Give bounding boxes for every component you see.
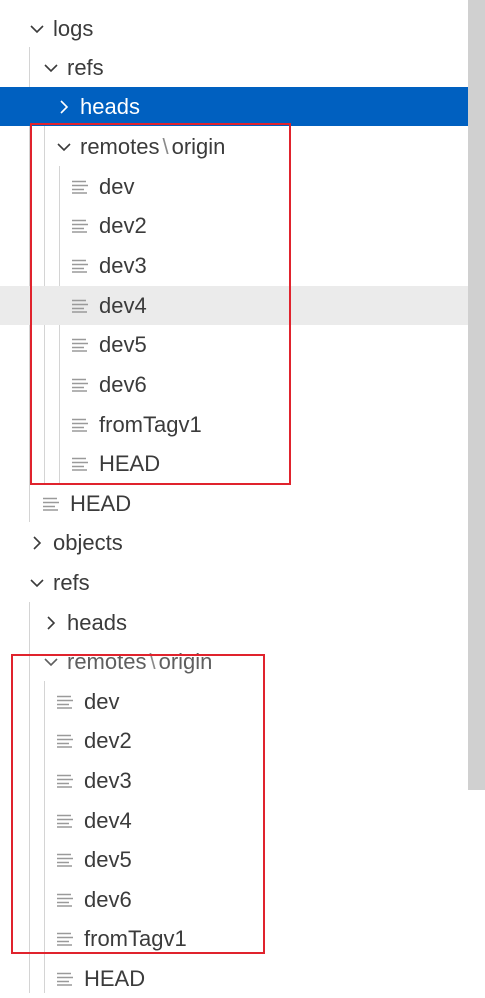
file-label: HEAD xyxy=(99,450,161,476)
tree-file[interactable]: dev2 xyxy=(0,206,485,245)
tree-file[interactable]: fromTagv1 xyxy=(0,919,485,958)
tree-file[interactable]: dev4 xyxy=(0,801,485,840)
path-separator: \ xyxy=(149,648,156,674)
file-label: dev xyxy=(99,173,135,199)
file-lines-icon xyxy=(56,814,74,828)
tree-folder-logs[interactable]: logs xyxy=(0,9,485,48)
file-lines-icon xyxy=(71,180,89,194)
chevron-down-icon xyxy=(41,58,61,78)
tree-folder-objects[interactable]: objects xyxy=(0,523,485,562)
tree-file[interactable]: dev5 xyxy=(0,840,485,879)
file-label: dev2 xyxy=(99,212,147,238)
chevron-down-icon xyxy=(27,19,47,39)
tree-file[interactable]: dev xyxy=(0,167,485,206)
chevron-right-icon xyxy=(41,613,61,633)
tree-file[interactable]: dev6 xyxy=(0,365,485,404)
file-label: fromTagv1 xyxy=(99,411,202,437)
file-lines-icon xyxy=(71,338,89,352)
tree-folder-logs-heads[interactable]: heads xyxy=(0,87,485,126)
tree-file[interactable]: HEAD xyxy=(0,959,485,998)
file-lines-icon xyxy=(56,932,74,946)
file-label: dev3 xyxy=(84,767,132,793)
file-lines-icon xyxy=(71,259,89,273)
file-label: dev3 xyxy=(99,252,147,278)
file-explorer-tree: logs refs heads remotes \ origin dev dev… xyxy=(0,0,485,993)
chevron-down-icon xyxy=(54,137,74,157)
tree-folder-logs-remotes-origin[interactable]: remotes \ origin xyxy=(0,127,485,166)
file-lines-icon xyxy=(56,972,74,986)
file-lines-icon xyxy=(71,299,89,313)
file-lines-icon xyxy=(56,853,74,867)
file-label: dev5 xyxy=(99,331,147,357)
file-lines-icon xyxy=(71,219,89,233)
file-lines-icon xyxy=(71,378,89,392)
chevron-right-icon xyxy=(27,533,47,553)
path-separator: \ xyxy=(162,133,169,159)
file-label: HEAD xyxy=(70,490,132,516)
file-label: HEAD xyxy=(84,965,146,991)
folder-label: origin xyxy=(171,133,226,159)
tree-file[interactable]: dev4 xyxy=(0,286,485,325)
tree-file[interactable]: dev5 xyxy=(0,325,485,364)
folder-label: heads xyxy=(80,93,140,119)
vertical-scrollbar[interactable] xyxy=(468,0,485,790)
folder-label: refs xyxy=(53,569,90,595)
chevron-down-icon xyxy=(27,573,47,593)
file-label: dev4 xyxy=(99,292,147,318)
tree-folder-refs-heads[interactable]: heads xyxy=(0,603,485,642)
folder-label: objects xyxy=(53,529,123,555)
folder-label: remotes xyxy=(80,133,160,159)
folder-label: origin xyxy=(158,648,213,674)
folder-label: heads xyxy=(67,609,127,635)
chevron-down-icon xyxy=(41,652,61,672)
tree-file[interactable]: dev2 xyxy=(0,721,485,760)
tree-file-logs-head[interactable]: HEAD xyxy=(0,484,485,523)
file-label: dev2 xyxy=(84,727,132,753)
file-lines-icon xyxy=(56,734,74,748)
folder-label: refs xyxy=(67,54,104,80)
file-label: dev6 xyxy=(84,886,132,912)
file-label: fromTagv1 xyxy=(84,925,187,951)
file-lines-icon xyxy=(71,418,89,432)
tree-file[interactable]: dev6 xyxy=(0,880,485,919)
file-label: dev4 xyxy=(84,807,132,833)
file-label: dev xyxy=(84,688,120,714)
folder-label: remotes xyxy=(67,648,147,674)
file-lines-icon xyxy=(56,695,74,709)
tree-file[interactable]: dev3 xyxy=(0,246,485,285)
file-lines-icon xyxy=(71,457,89,471)
tree-file[interactable]: fromTagv1 xyxy=(0,405,485,444)
tree-file[interactable]: HEAD xyxy=(0,444,485,483)
tree-folder-refs-remotes-origin[interactable]: remotes \ origin xyxy=(0,642,485,681)
file-lines-icon xyxy=(56,893,74,907)
file-lines-icon xyxy=(42,497,60,511)
file-label: dev6 xyxy=(99,371,147,397)
folder-label: logs xyxy=(53,15,94,41)
tree-folder-logs-refs[interactable]: refs xyxy=(0,48,485,87)
tree-folder-refs[interactable]: refs xyxy=(0,563,485,602)
tree-file[interactable]: dev xyxy=(0,682,485,721)
file-lines-icon xyxy=(56,774,74,788)
file-label: dev5 xyxy=(84,846,132,872)
chevron-right-icon xyxy=(54,97,74,117)
tree-file[interactable]: dev3 xyxy=(0,761,485,800)
